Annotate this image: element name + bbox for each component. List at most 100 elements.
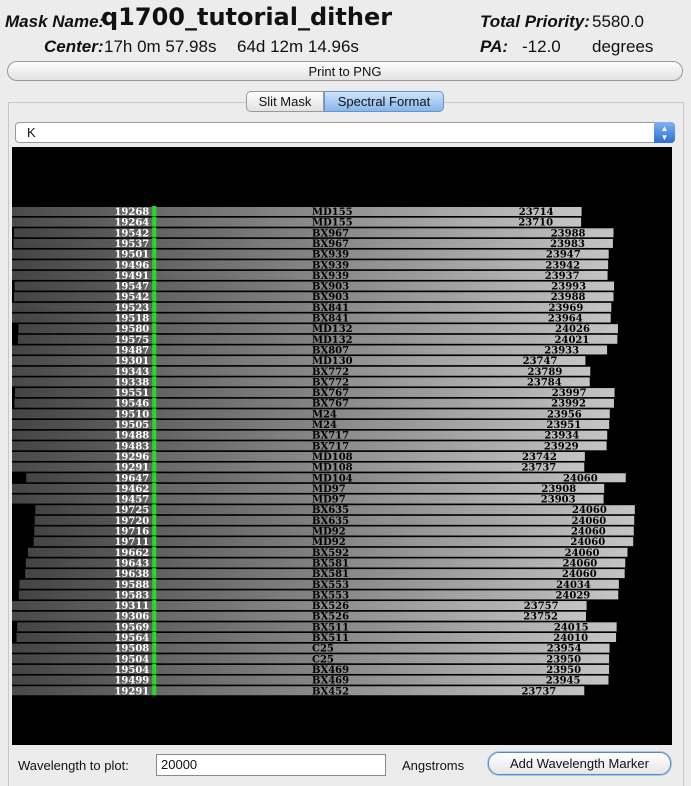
spectrum-hi-label: 24015 xyxy=(554,622,589,633)
wavelength-marker xyxy=(152,312,157,323)
add-wavelength-marker-button[interactable]: Add Wavelength Marker xyxy=(488,752,671,775)
filter-select[interactable]: K ▲ ▼ xyxy=(15,122,675,143)
spectrum-lo-label: 19306 xyxy=(114,612,149,623)
spectrum-hi-label: 23964 xyxy=(548,314,583,325)
spectrum-lo-label: 19583 xyxy=(114,590,149,601)
spectrum-hi-label: 24060 xyxy=(570,537,605,548)
wavelength-marker xyxy=(152,419,157,429)
wavelength-marker xyxy=(152,259,157,270)
spectrum-hi-label: 24060 xyxy=(562,569,597,580)
spectrum-bar xyxy=(12,643,610,653)
spectrum-lo-label: 19542 xyxy=(114,228,149,239)
wavelength-marker xyxy=(152,568,157,579)
spectrum-lo-label: 19720 xyxy=(114,516,149,527)
spectrum-bar xyxy=(12,270,608,280)
filter-select-value: K xyxy=(27,125,36,140)
spectrum-hi-label: 23988 xyxy=(551,292,586,303)
spectrum-name-label: BX841 xyxy=(312,314,349,325)
spectrum-lo-label: 19487 xyxy=(114,345,149,356)
spectrum-bar xyxy=(12,611,587,621)
spectrum-name-label: BX469 xyxy=(312,665,349,676)
spectrum-lo-label: 19488 xyxy=(114,431,149,442)
spectrum-lo-label: 19291 xyxy=(114,463,149,474)
spectrum-name-label: BX581 xyxy=(312,569,349,580)
spectrum-hi-label: 23789 xyxy=(528,367,563,378)
spectrum-name-label: BX967 xyxy=(312,239,349,250)
wavelength-marker xyxy=(152,482,157,493)
spectrum-hi-label: 23934 xyxy=(544,431,579,442)
spectrum-hi-label: 23737 xyxy=(521,686,556,697)
spectrum-lo-label: 19296 xyxy=(114,452,149,463)
wavelength-marker xyxy=(152,546,157,557)
spectrum-hi-label: 23784 xyxy=(527,377,562,388)
tab-spectral-format[interactable]: Spectral Format xyxy=(324,91,444,112)
pa-units: degrees xyxy=(592,37,654,56)
spectrum-hi-label: 23997 xyxy=(552,388,587,399)
spectrum-hi-label: 24060 xyxy=(571,516,606,527)
mask-name-label: Mask Name: xyxy=(5,12,105,31)
spectrum-name-label: BX939 xyxy=(312,260,349,271)
spectrum-name-label: BX903 xyxy=(312,282,349,293)
wavelength-marker xyxy=(152,600,157,611)
spectrum-name-label: BX511 xyxy=(312,633,349,644)
spectrum-bar xyxy=(12,441,607,451)
spectrum-lo-label: 19510 xyxy=(114,409,149,420)
spectrum-lo-label: 19725 xyxy=(114,505,149,516)
spectrum-bar xyxy=(12,345,608,355)
wavelength-marker xyxy=(152,504,157,515)
spectrum-hi-label: 23903 xyxy=(541,495,576,506)
spectrum-name-label: BX807 xyxy=(312,345,349,356)
spectrum-hi-label: 23993 xyxy=(551,282,586,293)
spectrum-hi-label: 24060 xyxy=(562,558,597,569)
spectrum-bar xyxy=(12,409,610,419)
spectrum-hi-label: 23908 xyxy=(541,484,576,495)
spectrum-lo-label: 19580 xyxy=(114,324,149,335)
spectrum-name-label: M24 xyxy=(312,409,337,420)
spectrum-lo-label: 19662 xyxy=(114,548,149,559)
spectrum-lo-label: 19508 xyxy=(114,644,149,655)
wavelength-marker xyxy=(152,429,157,440)
spectrum-lo-label: 19338 xyxy=(114,377,149,388)
wavelength-marker xyxy=(152,397,157,408)
wavelength-marker xyxy=(152,525,157,536)
angstroms-label: Angstroms xyxy=(402,758,465,773)
spectrum-bar xyxy=(12,420,610,429)
spectrum-bar xyxy=(12,675,609,685)
spectrum-name-label: MD155 xyxy=(312,218,353,229)
spectrum-name-label: BX469 xyxy=(312,676,349,687)
spectrum-hi-label: 23929 xyxy=(544,441,579,452)
print-to-png-button[interactable]: Print to PNG xyxy=(7,61,683,81)
spectrum-name-label: BX717 xyxy=(312,441,349,452)
wavelength-marker xyxy=(152,461,157,472)
spectrum-name-label: BX635 xyxy=(312,505,349,516)
wavelength-marker xyxy=(152,685,157,696)
spectrum-name-label: BX592 xyxy=(312,548,349,559)
spectrum-lo-label: 19643 xyxy=(114,558,149,569)
wavelength-marker xyxy=(152,216,157,227)
wavelength-marker xyxy=(152,632,157,642)
spectrum-hi-label: 23950 xyxy=(546,665,581,676)
center-ra-value: 17h 0m 57.98s xyxy=(104,37,217,56)
spectrum-hi-label: 24010 xyxy=(553,633,588,644)
tab-slit-mask[interactable]: Slit Mask xyxy=(246,91,324,112)
spectrum-lo-label: 19504 xyxy=(114,665,149,676)
mask-name-value: q1700_tutorial_dither xyxy=(101,3,393,31)
spectrum-lo-label: 19457 xyxy=(114,495,149,506)
spectrum-bar xyxy=(12,377,590,387)
spectrum-hi-label: 24060 xyxy=(572,505,607,516)
spectrum-lo-label: 19505 xyxy=(114,420,149,431)
spectrum-lo-label: 19291 xyxy=(114,686,149,697)
spectrum-lo-label: 19638 xyxy=(114,569,149,580)
spectrum-name-label: BX967 xyxy=(312,228,349,239)
spectrum-lo-label: 19537 xyxy=(114,239,149,250)
wavelength-marker xyxy=(152,333,157,344)
wavelength-input[interactable]: 20000 xyxy=(156,754,386,776)
spectrum-name-label: BX772 xyxy=(312,377,349,388)
spectrum-name-label: BX939 xyxy=(312,250,349,261)
spectrum-name-label: MD108 xyxy=(312,452,353,463)
spectrum-hi-label: 24021 xyxy=(555,335,590,346)
spectrum-bar xyxy=(12,430,608,440)
wavelength-marker xyxy=(152,557,157,568)
wavelength-marker xyxy=(152,387,157,398)
spectrum-bar xyxy=(12,249,609,259)
